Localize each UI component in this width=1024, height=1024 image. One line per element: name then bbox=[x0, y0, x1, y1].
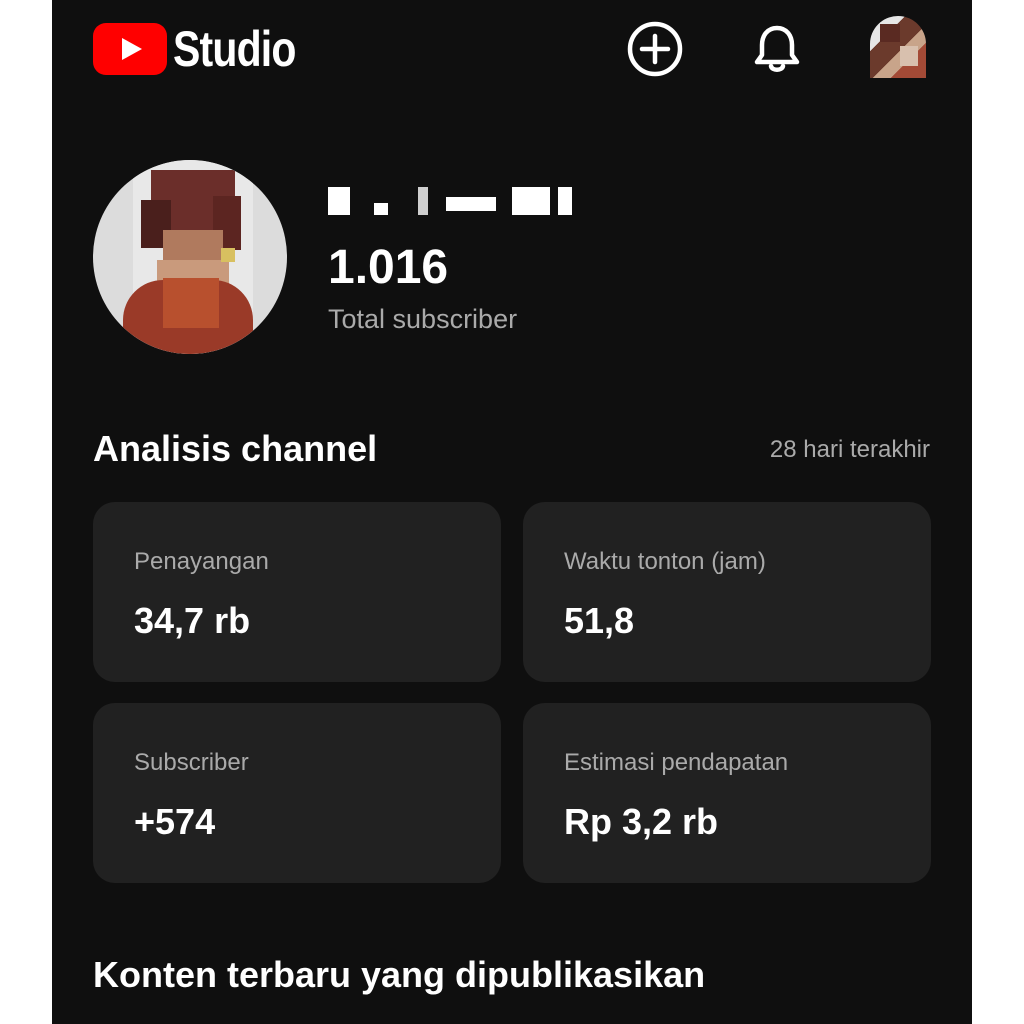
bell-icon[interactable] bbox=[748, 20, 806, 78]
studio-screen: Studio 1.016 Total subscriber Analisis c… bbox=[52, 0, 972, 1024]
analytics-period[interactable]: 28 hari terakhir bbox=[770, 436, 930, 464]
account-avatar[interactable] bbox=[870, 16, 926, 78]
metric-label: Estimasi pendapatan bbox=[564, 749, 789, 776]
metric-card-views[interactable]: Penayangan 34,7 rb bbox=[93, 502, 501, 682]
logo-text: Studio bbox=[173, 21, 296, 77]
channel-avatar[interactable] bbox=[93, 160, 287, 354]
metric-value: Rp 3,2 rb bbox=[564, 801, 719, 842]
metric-value: 34,7 rb bbox=[134, 600, 251, 641]
subscriber-count: 1.016 bbox=[328, 241, 449, 294]
metric-label: Waktu tonton (jam) bbox=[564, 548, 766, 575]
metric-label: Subscriber bbox=[134, 749, 249, 776]
youtube-play-icon bbox=[93, 23, 167, 75]
metric-card-subscribers[interactable]: Subscriber +574 bbox=[93, 703, 501, 883]
metric-card-revenue[interactable]: Estimasi pendapatan Rp 3,2 rb bbox=[523, 703, 931, 883]
youtube-studio-logo[interactable]: Studio bbox=[93, 20, 323, 78]
metric-card-watch-time[interactable]: Waktu tonton (jam) 51,8 bbox=[523, 502, 931, 682]
metric-value: +574 bbox=[134, 801, 216, 842]
app-header: Studio bbox=[52, 0, 972, 100]
create-icon[interactable] bbox=[626, 20, 684, 78]
analytics-title: Analisis channel bbox=[93, 428, 378, 469]
metric-value: 51,8 bbox=[564, 600, 635, 641]
subscriber-label: Total subscriber bbox=[328, 304, 518, 334]
recent-content-title: Konten terbaru yang dipublikasikan bbox=[93, 954, 706, 995]
channel-name-redacted bbox=[328, 183, 598, 217]
metric-label: Penayangan bbox=[134, 548, 269, 575]
